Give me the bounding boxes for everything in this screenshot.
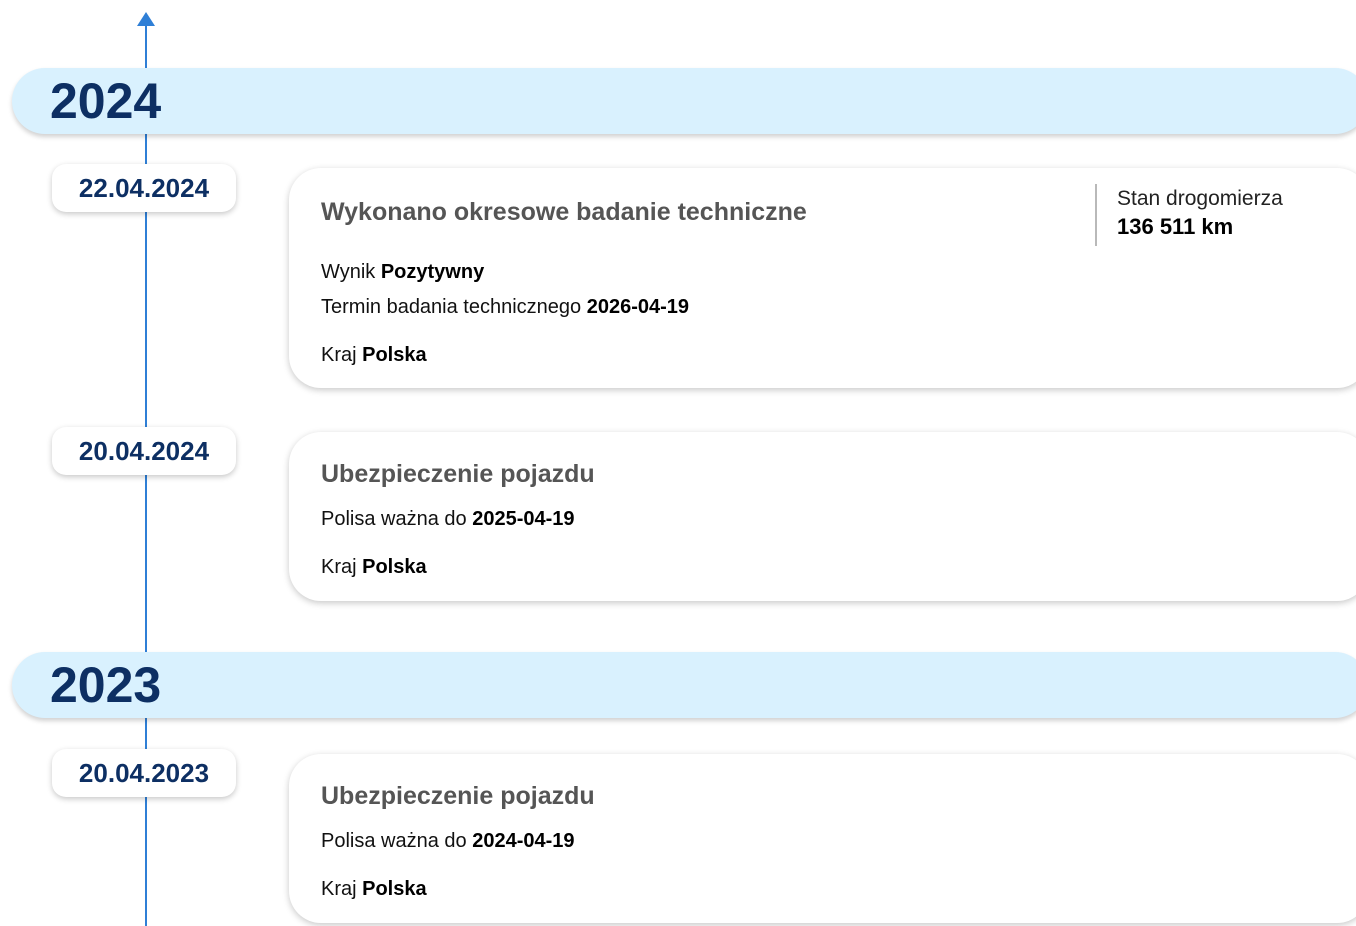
event-detail-row: Kraj Polska — [321, 344, 427, 367]
detail-label: Kraj — [321, 556, 363, 578]
detail-value: Pozytywny — [380, 261, 485, 283]
event-card-insurance[interactable]: Ubezpieczenie pojazdu Polisa ważna do 20… — [289, 432, 1356, 601]
event-date-badge: 22.04.2024 — [52, 164, 236, 212]
event-title: Wykonano okresowe badanie techniczne — [321, 198, 807, 226]
detail-value: 2026-04-19 — [586, 296, 690, 318]
year-label: 2024 — [50, 73, 162, 129]
detail-label: Wynik — [321, 261, 381, 283]
timeline-arrow-up-icon — [137, 12, 155, 26]
detail-value: Polska — [362, 556, 427, 578]
detail-value: Polska — [362, 878, 427, 900]
odometer-label: Stan drogomierza — [1117, 187, 1283, 210]
vehicle-history-timeline: 2024 22.04.2024 Wykonano okresowe badani… — [0, 0, 1356, 926]
detail-value: 2025-04-19 — [472, 508, 575, 530]
year-band-2023: 2023 — [12, 652, 1356, 718]
detail-label: Polisa ważna do — [321, 830, 473, 852]
detail-label: Termin badania technicznego — [321, 296, 587, 318]
event-card-insurance[interactable]: Ubezpieczenie pojazdu Polisa ważna do 20… — [289, 754, 1356, 923]
event-date-badge: 20.04.2024 — [52, 427, 236, 475]
detail-label: Polisa ważna do — [321, 508, 473, 530]
detail-label: Kraj — [321, 878, 363, 900]
detail-label: Kraj — [321, 344, 363, 366]
event-title: Ubezpieczenie pojazdu — [321, 782, 595, 810]
event-detail-row: Termin badania technicznego 2026-04-19 — [321, 296, 689, 319]
event-detail-row: Polisa ważna do 2024-04-19 — [321, 830, 575, 853]
odometer-reading: Stan drogomierza 136 511 km — [1095, 184, 1283, 246]
event-card-inspection[interactable]: Wykonano okresowe badanie techniczne Sta… — [289, 168, 1356, 388]
detail-value: 2024-04-19 — [472, 830, 575, 852]
event-detail-row: Wynik Pozytywny — [321, 261, 484, 284]
year-band-2024: 2024 — [12, 68, 1356, 134]
event-detail-row: Kraj Polska — [321, 878, 427, 901]
event-detail-row: Polisa ważna do 2025-04-19 — [321, 508, 575, 531]
year-label: 2023 — [50, 657, 162, 713]
odometer-value: 136 511 km — [1117, 214, 1234, 239]
event-title: Ubezpieczenie pojazdu — [321, 460, 595, 488]
detail-value: Polska — [362, 344, 427, 366]
event-date-badge: 20.04.2023 — [52, 749, 236, 797]
event-detail-row: Kraj Polska — [321, 556, 427, 579]
